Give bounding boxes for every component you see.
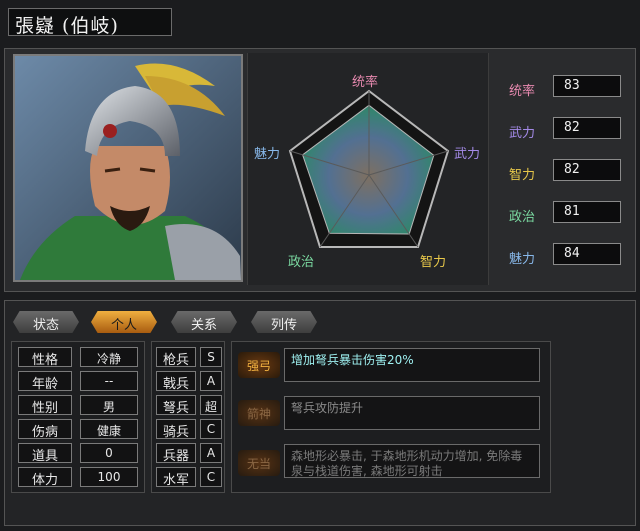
stat-value: 82 xyxy=(553,159,621,181)
info-row-injury: 伤病 健康 xyxy=(18,419,138,440)
skill-badge-inactive[interactable]: 无当 xyxy=(238,450,280,476)
skill-badge-inactive[interactable]: 箭神 xyxy=(238,400,280,426)
radar-label-right: 武力 xyxy=(454,147,481,162)
stat-label: 智力 xyxy=(509,168,536,183)
stat-row-charisma: 魅力 84 xyxy=(503,243,625,269)
radar-label-top: 统率 xyxy=(352,75,379,90)
skill-description-inactive: 弩兵攻防提升 xyxy=(284,396,540,430)
stat-row-politics: 政治 81 xyxy=(503,201,625,227)
aptitude-group: 枪兵 S 戟兵 A 弩兵 超 骑兵 C 兵器 A 水军 C xyxy=(151,341,225,493)
stat-row-war: 武力 82 xyxy=(503,117,625,143)
stat-label: 统率 xyxy=(509,84,536,99)
character-name-box: 張嶷 (伯岐) xyxy=(8,8,172,37)
radar-label-bottom-right: 智力 xyxy=(420,255,447,270)
aptitude-row-spear: 枪兵 S xyxy=(156,347,222,368)
character-portrait xyxy=(13,54,243,282)
attribute-radar-chart: 统率 武力 智力 政治 魅力 xyxy=(247,53,489,285)
stat-value: 81 xyxy=(553,201,621,223)
aptitude-row-crossbow: 弩兵 超 xyxy=(156,395,222,416)
aptitude-row-siege: 兵器 A xyxy=(156,443,222,464)
stat-value: 82 xyxy=(553,117,621,139)
aptitude-row-cavalry: 骑兵 C xyxy=(156,419,222,440)
skill-description-inactive: 森地形必暴击, 于森地形机动力增加, 免除毒泉与栈道伤害, 森地形可射击 xyxy=(284,444,540,478)
aptitude-row-navy: 水军 C xyxy=(156,467,222,488)
stat-value: 83 xyxy=(553,75,621,97)
skills-group: 强弓 增加弩兵暴击伤害20% 箭神 弩兵攻防提升 无当 森地形必暴击, 于森地形… xyxy=(231,341,551,493)
info-row-age: 年龄 -- xyxy=(18,371,138,392)
info-row-gender: 性别 男 xyxy=(18,395,138,416)
skill-description-active: 增加弩兵暴击伤害20% xyxy=(284,348,540,382)
tab-status[interactable]: 状态 xyxy=(13,311,79,333)
stat-label: 武力 xyxy=(509,126,536,141)
radar-label-bottom-left: 政治 xyxy=(288,255,315,270)
portrait-image xyxy=(15,56,241,280)
profile-panel: 统率 武力 智力 政治 魅力 统率 83 武力 82 智力 82 政治 81 魅… xyxy=(4,48,636,292)
tab-relations[interactable]: 关系 xyxy=(171,311,237,333)
info-row-personality: 性格 冷静 xyxy=(18,347,138,368)
character-name: 張嶷 (伯岐) xyxy=(15,15,119,37)
stats-list: 统率 83 武力 82 智力 82 政治 81 魅力 84 xyxy=(495,53,629,285)
stat-label: 政治 xyxy=(509,210,536,225)
info-row-stamina: 体力 100 xyxy=(18,467,138,488)
stat-row-intelligence: 智力 82 xyxy=(503,159,625,185)
aptitude-row-halberd: 戟兵 A xyxy=(156,371,222,392)
radar-label-left: 魅力 xyxy=(254,147,281,162)
tab-biography[interactable]: 列传 xyxy=(251,311,317,333)
personal-info-group: 性格 冷静 年龄 -- 性别 男 伤病 健康 道具 0 体力 100 xyxy=(11,341,145,493)
tab-personal[interactable]: 个人 xyxy=(91,311,157,333)
stat-value: 84 xyxy=(553,243,621,265)
stat-row-leadership: 统率 83 xyxy=(503,75,625,101)
skill-badge-active[interactable]: 强弓 xyxy=(238,352,280,378)
stat-label: 魅力 xyxy=(509,252,536,267)
info-row-items: 道具 0 xyxy=(18,443,138,464)
detail-panel: 状态 个人 关系 列传 性格 冷静 年龄 -- 性别 男 伤病 健康 道具 0 … xyxy=(4,300,636,526)
